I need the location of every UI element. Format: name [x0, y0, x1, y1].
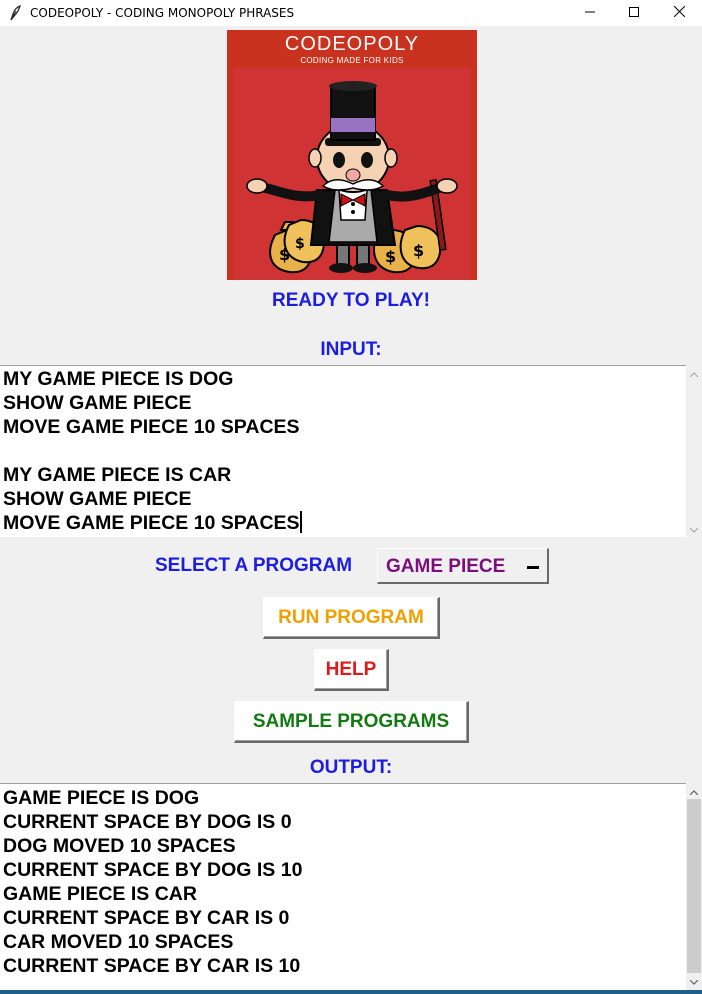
codeopoly-window: CODEOPOLY - CODING MONOPOLY PHRASES CODE… [0, 0, 702, 994]
output-label: OUTPUT: [309, 757, 393, 778]
help-label: HELP [325, 659, 377, 680]
window-bottom-edge [0, 990, 702, 994]
output-line: CURRENT SPACE BY CAR IS 0 [3, 907, 290, 929]
program-input-textarea[interactable]: MY GAME PIECE IS DOG SHOW GAME PIECE MOV… [0, 365, 686, 537]
scrollbar-thumb[interactable] [687, 799, 701, 973]
program-output-textarea[interactable]: GAME PIECE IS DOG CURRENT SPACE BY DOG I… [0, 783, 686, 990]
minimize-button[interactable] [567, 0, 613, 26]
output-line: CAR MOVED 10 SPACES [3, 931, 234, 953]
input-scrollbar[interactable] [686, 365, 702, 537]
output-line: CURRENT SPACE BY CAR IS 10 [3, 955, 301, 977]
codeopoly-logo: CODEOPOLY CODING MADE FOR KIDS $ $ $ $ [227, 30, 477, 280]
svg-text:$: $ [413, 241, 424, 260]
sample-programs-label: SAMPLE PROGRAMS [252, 711, 450, 732]
chevron-up-icon [689, 782, 699, 800]
svg-text:$: $ [385, 247, 396, 266]
help-button[interactable]: HELP [314, 649, 389, 691]
input-line: SHOW GAME PIECE [3, 488, 192, 510]
input-line-last: MOVE GAME PIECE 10 SPACES [3, 511, 686, 535]
scroll-up-button[interactable] [686, 365, 702, 381]
scroll-down-button[interactable] [686, 973, 702, 989]
text-caret [299, 511, 302, 533]
input-line: SHOW GAME PIECE [3, 392, 192, 414]
title-bar[interactable]: CODEOPOLY - CODING MONOPOLY PHRASES [0, 0, 702, 26]
feather-icon [8, 5, 22, 21]
output-line: GAME PIECE IS DOG [3, 787, 200, 809]
chevron-down-icon [689, 972, 699, 990]
program-select-value: GAME PIECE [386, 556, 506, 577]
chevron-up-icon [689, 364, 699, 382]
output-lines: GAME PIECE IS DOG CURRENT SPACE BY DOG I… [3, 786, 686, 978]
chevron-down-icon [689, 520, 699, 538]
run-program-label: RUN PROGRAM [278, 607, 424, 628]
select-program-label: SELECT A PROGRAM [155, 555, 353, 576]
program-select-dropdown[interactable]: GAME PIECE [377, 548, 549, 584]
input-line: MY GAME PIECE IS DOG [3, 368, 234, 390]
input-lines: MY GAME PIECE IS DOG SHOW GAME PIECE MOV… [3, 367, 686, 535]
output-line: CURRENT SPACE BY DOG IS 10 [3, 859, 303, 881]
maximize-button[interactable] [611, 0, 657, 26]
status-message: READY TO PLAY! [271, 290, 431, 311]
input-line-text: MOVE GAME PIECE 10 SPACES [3, 512, 300, 534]
scroll-up-button[interactable] [686, 783, 702, 799]
input-label: INPUT: [320, 339, 382, 360]
input-line: MOVE GAME PIECE 10 SPACES [3, 416, 300, 438]
monopoly-man-illustration: $ $ $ $ [246, 81, 458, 274]
output-line: DOG MOVED 10 SPACES [3, 835, 236, 857]
scroll-down-button[interactable] [686, 521, 702, 537]
window-title: CODEOPOLY - CODING MONOPOLY PHRASES [30, 6, 295, 20]
output-line: GAME PIECE IS CAR [3, 883, 197, 905]
option-menu-indicator-icon [527, 566, 539, 570]
input-line: MY GAME PIECE IS CAR [3, 464, 232, 486]
run-program-button[interactable]: RUN PROGRAM [263, 597, 440, 639]
maximize-icon [629, 4, 639, 22]
minimize-icon [585, 4, 595, 22]
close-icon [673, 4, 685, 22]
output-line: CURRENT SPACE BY DOG IS 0 [3, 811, 292, 833]
close-button[interactable] [656, 0, 702, 26]
output-scrollbar[interactable] [686, 783, 702, 990]
sample-programs-button[interactable]: SAMPLE PROGRAMS [234, 701, 469, 743]
input-line [3, 439, 686, 463]
svg-text:$: $ [295, 236, 305, 252]
